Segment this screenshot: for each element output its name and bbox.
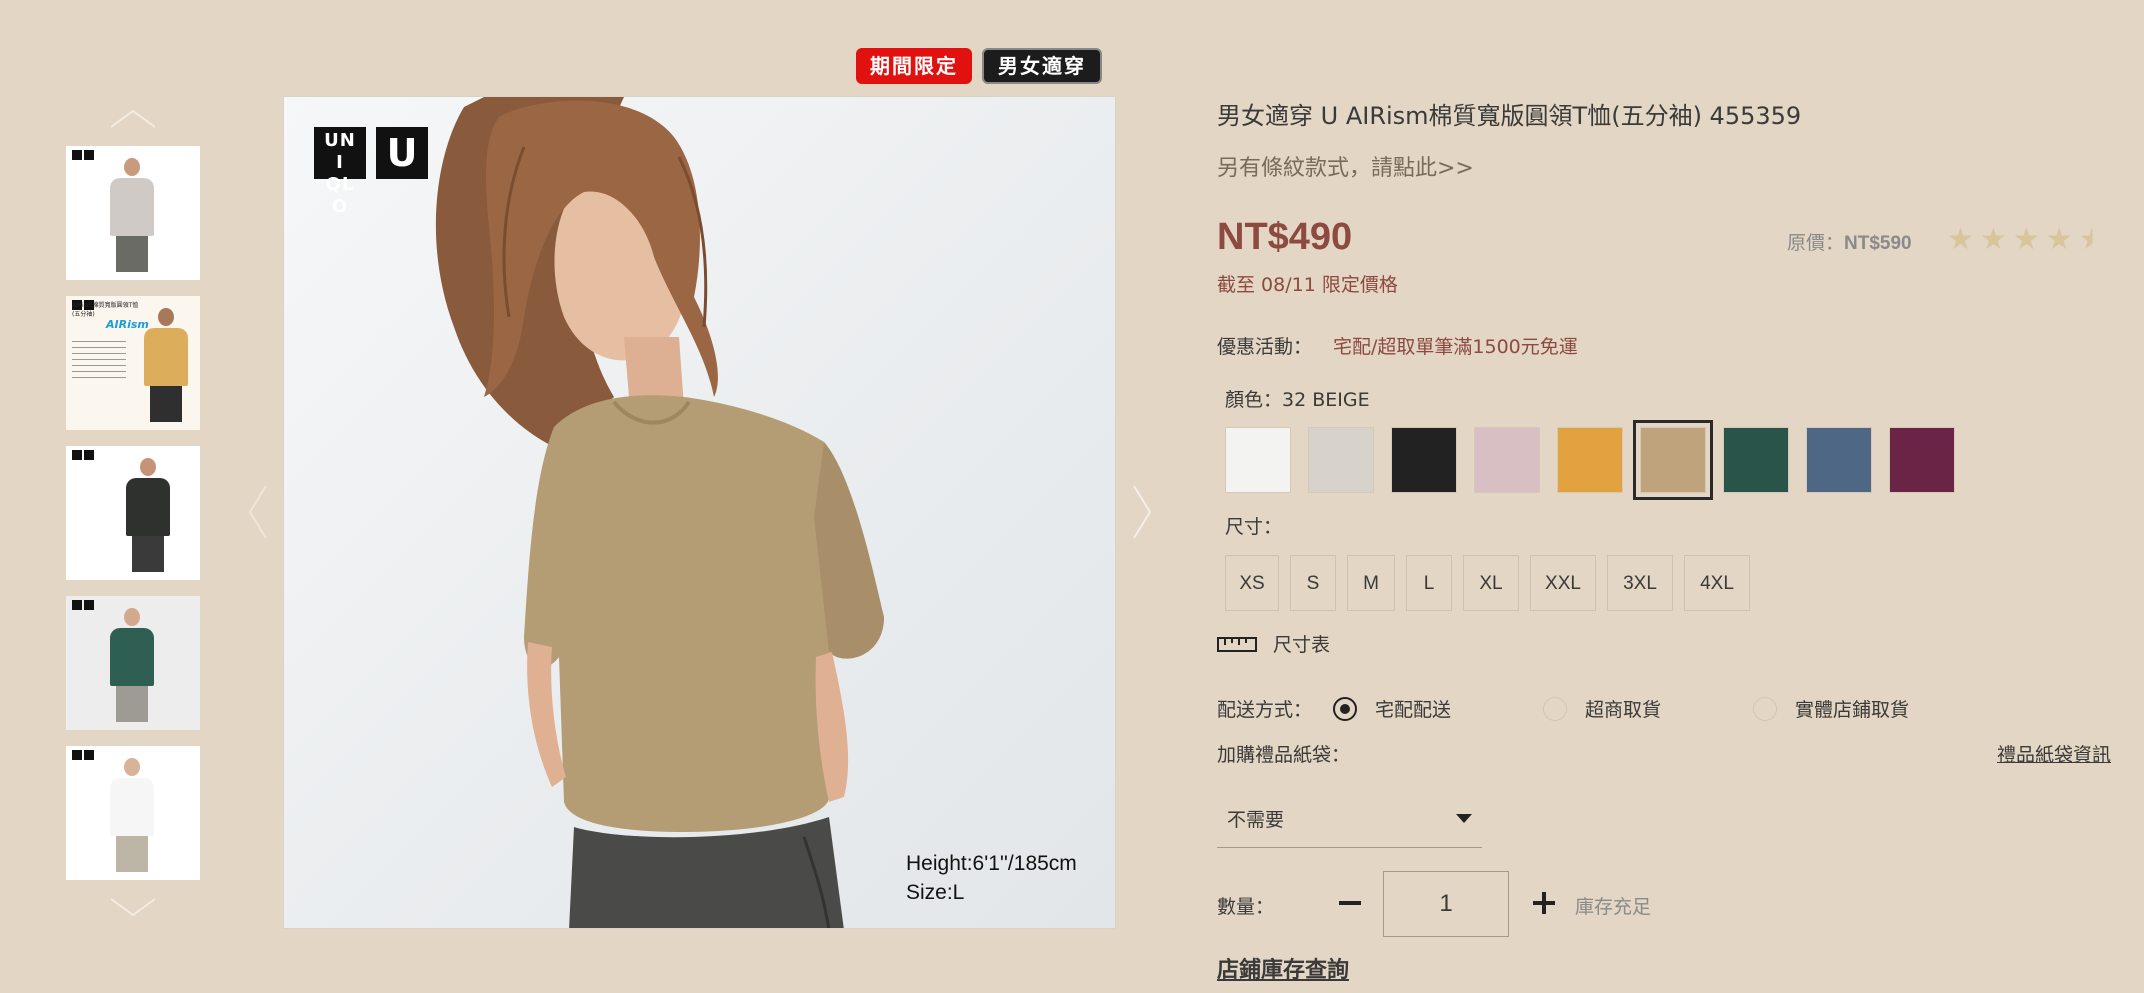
thumbnail-brand: AIRism xyxy=(106,318,149,331)
promo-label: 優惠活動： xyxy=(1217,336,1313,358)
shipping-option-home[interactable]: 宅配配送 xyxy=(1333,695,1543,722)
uniqlo-logo: UNI QLO xyxy=(314,127,366,217)
store-stock-link[interactable]: 店鋪庫存查詢 xyxy=(1217,952,1349,984)
size-chart-link[interactable]: 尺寸表 xyxy=(1217,630,1330,657)
color-swatch-black[interactable] xyxy=(1391,427,1457,493)
rating-stars[interactable]: ★ ★ ★ ★ ★ xyxy=(1947,222,2106,257)
radio-empty-icon xyxy=(1543,696,1567,721)
size-option-l[interactable]: L xyxy=(1406,555,1452,611)
shipping-label: 配送方式： xyxy=(1217,699,1313,721)
quantity-minus-button[interactable] xyxy=(1335,888,1365,918)
u-logo: U xyxy=(376,127,428,179)
plus-icon xyxy=(1533,892,1555,914)
star-icon: ★ xyxy=(1979,222,2007,257)
color-swatch-light-gray[interactable] xyxy=(1308,427,1374,493)
thumbnail-item[interactable] xyxy=(66,596,200,730)
thumbnail-item[interactable] xyxy=(66,446,200,580)
promo-text[interactable]: 宅配/超取單筆滿1500元免運 xyxy=(1333,332,1578,359)
shipping-method: 配送方式： 宅配配送 超商取貨 實體店鋪取貨 xyxy=(1217,695,1909,722)
size-chart-label: 尺寸表 xyxy=(1273,634,1331,656)
model-figure xyxy=(126,458,170,576)
color-swatches xyxy=(1225,420,1955,500)
color-swatch-yellow[interactable] xyxy=(1557,427,1623,493)
thumb-scroll-up-arrow[interactable] xyxy=(108,108,158,130)
color-swatch-blue[interactable] xyxy=(1806,427,1872,493)
mini-logo-icon xyxy=(72,450,94,460)
original-price: 原價：NT$590 xyxy=(1787,232,1912,254)
prev-image-arrow[interactable] xyxy=(246,484,270,540)
limited-time-badge: 期間限定 xyxy=(856,48,972,84)
shipping-option-store-pickup[interactable]: 實體店鋪取貨 xyxy=(1753,695,1909,722)
model-figure xyxy=(144,308,188,426)
mini-logo-icon xyxy=(72,750,94,760)
model-figure xyxy=(110,158,154,276)
badge-group: 期間限定 男女適穿 xyxy=(856,48,1102,84)
radio-empty-icon xyxy=(1753,696,1777,721)
thumbnail-item[interactable] xyxy=(66,146,200,280)
color-swatch-pink[interactable] xyxy=(1474,427,1540,493)
quantity-label: 數量： xyxy=(1217,896,1275,918)
size-option-3xl[interactable]: 3XL xyxy=(1607,555,1673,611)
main-product-image[interactable]: UNI QLO U Height:6'1''/185cm Size:L xyxy=(283,96,1116,929)
stock-status: 庫存充足 xyxy=(1575,896,1652,918)
color-swatch-beige[interactable] xyxy=(1633,420,1713,500)
shipping-option-convenience-store[interactable]: 超商取貨 xyxy=(1543,695,1753,722)
quantity-input[interactable]: 1 xyxy=(1383,871,1509,937)
color-swatch-green[interactable] xyxy=(1723,427,1789,493)
radio-selected-icon xyxy=(1333,696,1357,721)
next-image-arrow[interactable] xyxy=(1130,484,1154,540)
gift-bag-info-link[interactable]: 禮品紙袋資訊 xyxy=(1997,740,2111,767)
quantity-plus-button[interactable] xyxy=(1529,888,1559,918)
mini-logo-icon xyxy=(72,600,94,610)
model-size-caption: Height:6'1''/185cm Size:L xyxy=(906,852,1077,904)
star-icon: ★ xyxy=(2012,222,2040,257)
color-swatch-white[interactable] xyxy=(1225,427,1291,493)
size-option-xl[interactable]: XL xyxy=(1463,555,1519,611)
striped-variant-link[interactable]: 另有條紋款式，請點此>> xyxy=(1217,150,1474,182)
thumbnail-caption: AIRism棉質寬版圓領T恤(五分袖) xyxy=(72,302,139,318)
color-label: 顏色：32 BEIGE xyxy=(1225,389,1370,411)
thumbnail-list: AIRism棉質寬版圓領T恤(五分袖) AIRism xyxy=(66,146,200,896)
caret-down-icon xyxy=(1456,814,1472,823)
model-figure xyxy=(110,758,154,876)
mini-logo-icon xyxy=(72,150,94,160)
size-option-xxl[interactable]: XXL xyxy=(1530,555,1596,611)
model-figure xyxy=(110,608,154,726)
minus-icon xyxy=(1339,901,1361,905)
sale-price: NT$490 xyxy=(1217,216,1353,258)
thumbnail-item[interactable]: AIRism棉質寬版圓領T恤(五分袖) AIRism xyxy=(66,296,200,430)
gift-bag-select-value: 不需要 xyxy=(1227,809,1285,831)
size-options: XS S M L XL XXL 3XL 4XL xyxy=(1225,555,1750,611)
size-option-s[interactable]: S xyxy=(1290,555,1336,611)
color-swatch-wine[interactable] xyxy=(1889,427,1955,493)
size-option-4xl[interactable]: 4XL xyxy=(1684,555,1750,611)
size-option-xs[interactable]: XS xyxy=(1225,555,1279,611)
size-label: 尺寸： xyxy=(1225,516,1283,538)
star-icon: ★ xyxy=(2045,222,2073,257)
limited-price-note: 截至 08/11 限定價格 xyxy=(1217,274,1398,296)
thumb-scroll-down-arrow[interactable] xyxy=(108,896,158,918)
product-title: 男女適穿 U AIRism棉質寬版圓領T恤(五分袖) 455359 xyxy=(1217,102,1802,130)
unisex-badge: 男女適穿 xyxy=(982,48,1102,84)
thumbnail-item[interactable] xyxy=(66,746,200,880)
model-illustration xyxy=(435,97,884,928)
star-icon: ★ xyxy=(2078,222,2106,257)
ruler-icon xyxy=(1217,636,1257,652)
size-option-m[interactable]: M xyxy=(1347,555,1395,611)
gift-bag-label: 加購禮品紙袋： xyxy=(1217,744,1351,766)
gift-bag-select[interactable]: 不需要 xyxy=(1217,790,1482,848)
star-icon: ★ xyxy=(1947,222,1974,257)
